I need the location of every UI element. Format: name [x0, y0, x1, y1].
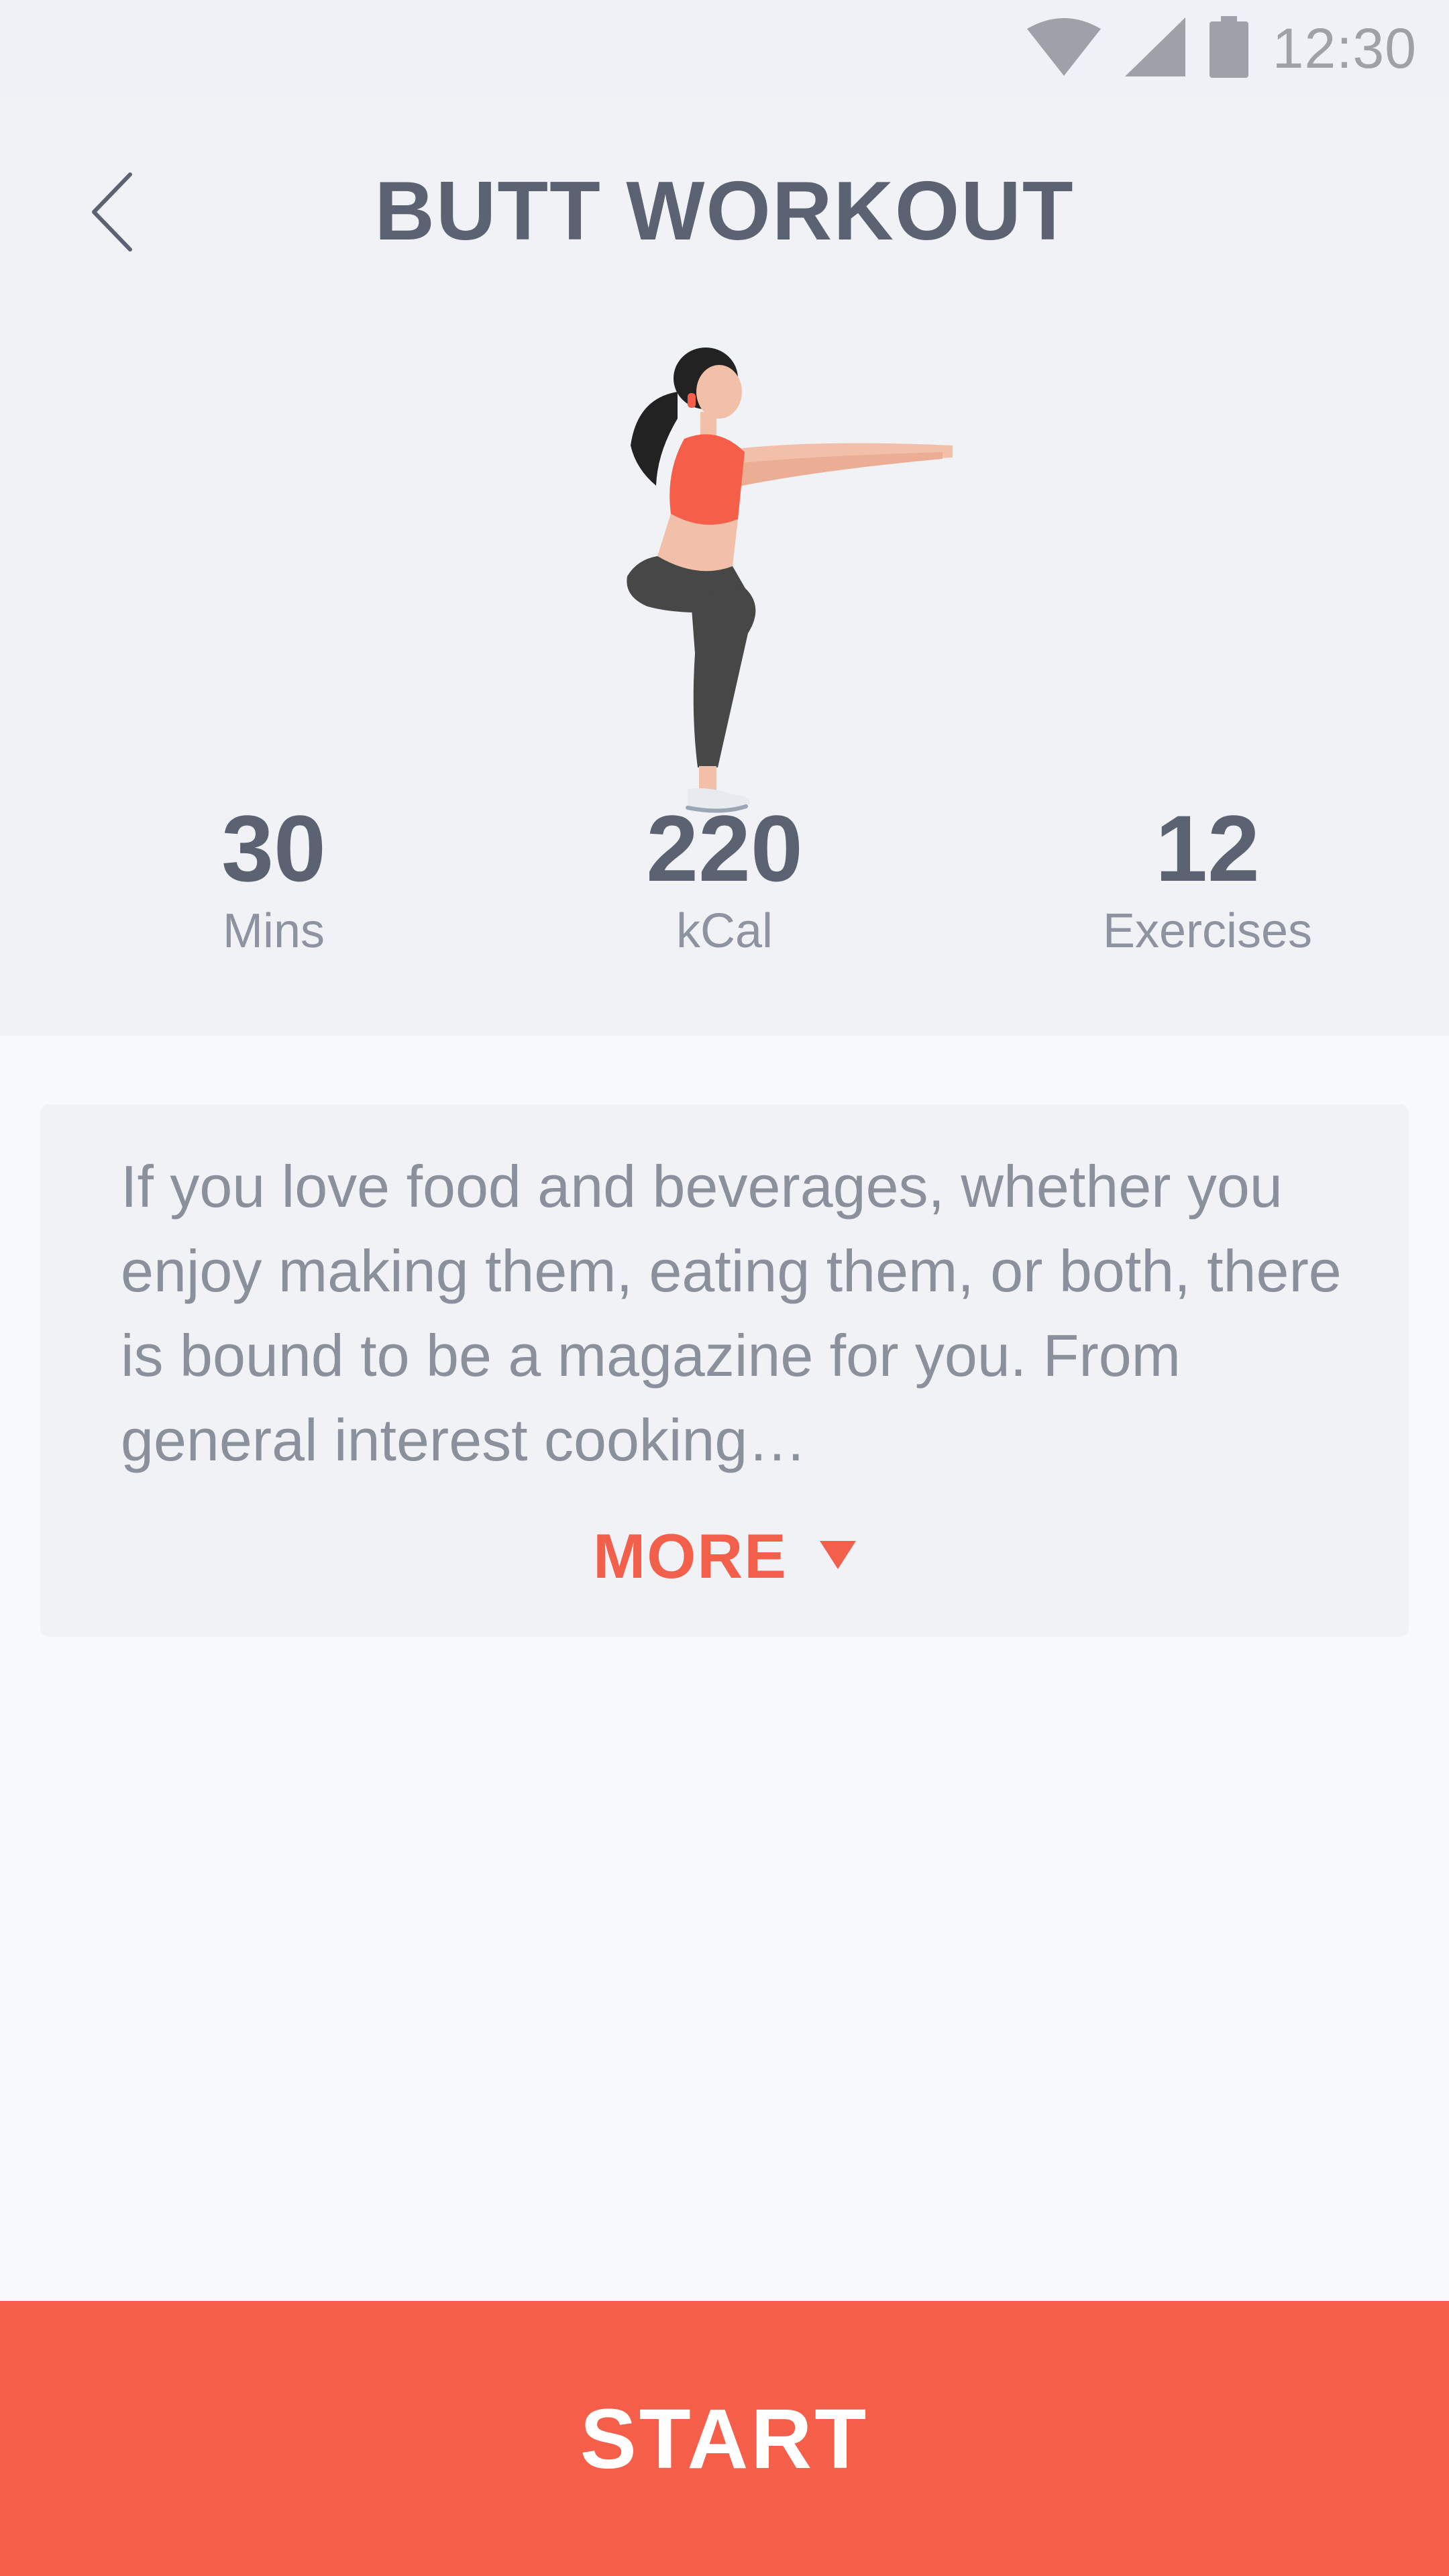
description-card: If you love food and beverages, whether …	[40, 1104, 1409, 1637]
stat-value: 12	[1155, 796, 1260, 901]
stat-label: Exercises	[1102, 904, 1313, 958]
stat-duration: 30 Mins	[99, 794, 448, 959]
stat-exercises: 12 Exercises	[1033, 794, 1382, 959]
stat-value: 220	[646, 796, 803, 901]
workout-header: BUTT WORKOUT 30 Mins 220 kCal 12 Exercis…	[0, 97, 1449, 1036]
status-icons: 12:30	[1026, 0, 1417, 97]
wifi-icon	[1026, 17, 1101, 80]
battery-icon	[1209, 15, 1248, 81]
stat-label: Mins	[222, 904, 325, 958]
stat-value: 30	[221, 796, 326, 901]
page-title: BUTT WORKOUT	[374, 165, 1075, 258]
caret-down-icon	[820, 1540, 856, 1572]
more-label: MORE	[593, 1521, 788, 1591]
status-time: 12:30	[1272, 16, 1417, 80]
cell-signal-icon	[1124, 17, 1185, 80]
stat-calories: 220 kCal	[550, 794, 899, 959]
stat-label: kCal	[676, 904, 773, 958]
start-button[interactable]: START	[0, 2301, 1449, 2576]
start-label: START	[580, 2391, 869, 2486]
more-button[interactable]: MORE	[40, 1520, 1409, 1593]
status-bar: 12:30	[0, 0, 1449, 97]
description-text: If you love food and beverages, whether …	[121, 1153, 1342, 1473]
woman-squat-illustration	[577, 338, 966, 861]
